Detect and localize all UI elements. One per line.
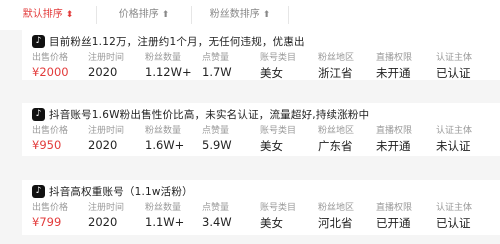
live-permission-value: 未开通 [376, 139, 411, 153]
tiktok-logo-icon: ♪ [32, 184, 45, 198]
label-price: 出售价格 [32, 126, 69, 136]
price-value: ¥950 [32, 138, 62, 152]
sort-price-label: 价格排序 [118, 9, 159, 20]
label-fans: 粉丝数量 [145, 53, 182, 63]
category-value: 美女 [260, 139, 283, 153]
sort-arrow-icon: ⬍ [65, 10, 74, 20]
certification-value: 未认证 [436, 139, 471, 153]
sort-up-icon: ⬆ [161, 10, 170, 20]
label-live-permission: 直播权限 [376, 53, 413, 63]
label-certification: 认证主体 [436, 53, 473, 63]
listing-title: 抖音高权重账号（1.1w活粉） [49, 185, 193, 198]
listing-title-row: ♪ 抖音高权重账号（1.1w活粉） [32, 182, 193, 200]
label-certification: 认证主体 [436, 126, 473, 136]
tiktok-logo-icon: ♪ [32, 34, 45, 48]
listing-title-row: ♪ 抖音账号1.6W粉出售性价比高，未实名认证，流量超好,持续涨粉中 [32, 105, 369, 123]
sort-default-label: 默认排序 [22, 9, 63, 20]
divider [288, 6, 289, 24]
label-register-time: 注册时间 [88, 203, 125, 213]
register-time-value: 2020 [88, 65, 118, 79]
label-category: 账号类目 [260, 126, 297, 136]
fans-value: 1.12W+ [145, 65, 192, 79]
label-fans-region: 粉丝地区 [318, 53, 355, 63]
sort-up-icon: ⬆ [262, 10, 271, 20]
listing-title-row: ♪ 目前粉丝1.12万，注册约1个月，无任何违规，优惠出 [32, 32, 305, 50]
label-live-permission: 直播权限 [376, 203, 413, 213]
fans-value: 1.1W+ [145, 215, 185, 229]
live-permission-value: 未开通 [376, 66, 411, 80]
likes-value: 5.9W [202, 138, 232, 152]
register-time-value: 2020 [88, 138, 118, 152]
label-likes: 点赞量 [202, 53, 230, 63]
category-value: 美女 [260, 216, 283, 230]
fans-value: 1.6W+ [145, 138, 185, 152]
label-likes: 点赞量 [202, 126, 230, 136]
certification-value: 已认证 [436, 66, 471, 80]
fans-region-value: 河北省 [318, 216, 353, 230]
category-value: 美女 [260, 66, 283, 80]
tiktok-logo-icon: ♪ [32, 107, 45, 121]
label-fans: 粉丝数量 [145, 203, 182, 213]
label-live-permission: 直播权限 [376, 126, 413, 136]
listing-title: 目前粉丝1.12万，注册约1个月，无任何违规，优惠出 [49, 35, 305, 48]
sort-fans-button[interactable]: 粉丝数排序 ⬆ [192, 0, 288, 30]
sort-bar: 默认排序 ⬍ 价格排序 ⬆ 粉丝数排序 ⬆ [0, 0, 500, 30]
label-register-time: 注册时间 [88, 126, 125, 136]
label-certification: 认证主体 [436, 203, 473, 213]
listing-card[interactable]: ♪ 目前粉丝1.12万，注册约1个月，无任何违规，优惠出 出售价格 注册时间 粉… [22, 30, 500, 80]
sort-fans-label: 粉丝数排序 [209, 9, 260, 20]
certification-value: 已认证 [436, 216, 471, 230]
listing-title: 抖音账号1.6W粉出售性价比高，未实名认证，流量超好,持续涨粉中 [49, 108, 370, 121]
live-permission-value: 已开通 [376, 216, 411, 230]
register-time-value: 2020 [88, 215, 118, 229]
listing-card[interactable]: ♪ 抖音账号1.6W粉出售性价比高，未实名认证，流量超好,持续涨粉中 出售价格 … [22, 103, 500, 156]
label-register-time: 注册时间 [88, 53, 125, 63]
label-category: 账号类目 [260, 203, 297, 213]
label-fans-region: 粉丝地区 [318, 203, 355, 213]
likes-value: 1.7W [202, 65, 232, 79]
label-category: 账号类目 [260, 53, 297, 63]
sort-price-button[interactable]: 价格排序 ⬆ [97, 0, 191, 30]
listing-card[interactable]: ♪ 抖音高权重账号（1.1w活粉） 出售价格 注册时间 粉丝数量 点赞量 账号类… [22, 180, 500, 235]
label-likes: 点赞量 [202, 203, 230, 213]
price-value: ¥799 [32, 215, 62, 229]
label-price: 出售价格 [32, 53, 69, 63]
sort-default-button[interactable]: 默认排序 ⬍ [0, 0, 96, 30]
price-value: ¥2000 [32, 65, 69, 79]
label-price: 出售价格 [32, 203, 69, 213]
fans-region-value: 浙江省 [318, 66, 353, 80]
label-fans: 粉丝数量 [145, 126, 182, 136]
likes-value: 3.4W [202, 215, 232, 229]
label-fans-region: 粉丝地区 [318, 126, 355, 136]
fans-region-value: 广东省 [318, 139, 353, 153]
